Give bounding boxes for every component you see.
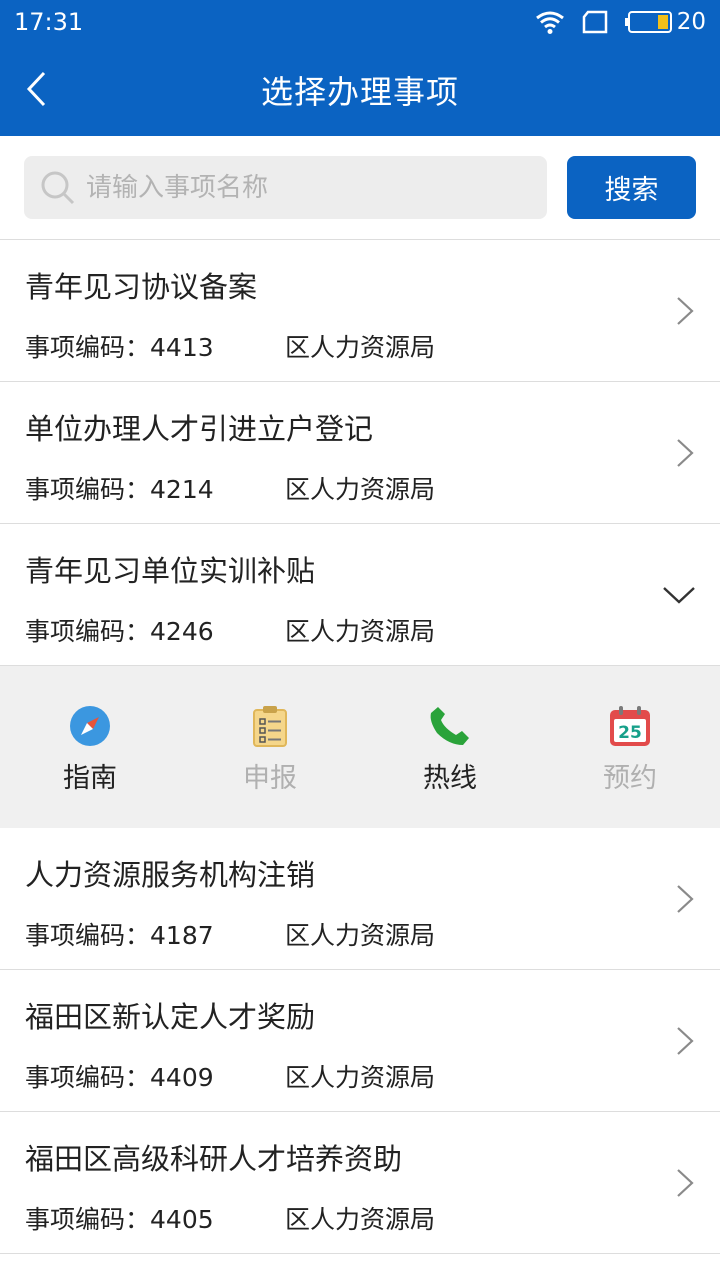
page-title: 选择办理事项 (260, 73, 459, 111)
item-title: 青年见习单位实训补贴 (25, 554, 316, 588)
chevron-right-icon (677, 1169, 694, 1197)
item-department: 区人力资源局 (285, 1205, 436, 1234)
item-meta: 事项编码：4405 区人力资源局 (25, 1200, 435, 1236)
item-department: 区人力资源局 (285, 617, 436, 646)
code-label: 事项编码： (25, 333, 151, 362)
chevron-right-icon (677, 297, 694, 325)
code-label: 事项编码： (25, 1063, 151, 1092)
item-code: 事项编码：4405 (25, 1200, 285, 1236)
code-value: 4246 (150, 617, 214, 646)
action-appointment-button[interactable]: 25 预约 (540, 666, 720, 828)
item-department: 区人力资源局 (285, 1063, 436, 1092)
item-title: 福田区高级科研人才培养资助 (25, 1142, 403, 1176)
search-bar: 搜索 (0, 136, 720, 240)
code-value: 4214 (150, 475, 214, 504)
chevron-down-icon (663, 587, 695, 604)
item-meta: 事项编码：4246 区人力资源局 (25, 612, 435, 648)
chevron-right-icon (677, 1027, 694, 1055)
item-code: 事项编码：4413 (25, 328, 285, 364)
list-item[interactable]: 人力资源服务机构注销 事项编码：4187 区人力资源局 (0, 828, 720, 970)
code-label: 事项编码： (25, 1205, 151, 1234)
list-item[interactable]: 福田区高级科研人才培养资助 事项编码：4405 区人力资源局 (0, 1112, 720, 1254)
back-button[interactable] (14, 66, 60, 112)
action-hotline-label: 热线 (423, 763, 477, 794)
item-actions-bar: 指南 申报 热线 25 预约 (0, 666, 720, 828)
item-code: 事项编码：4409 (25, 1058, 285, 1094)
wifi-icon (535, 11, 564, 34)
item-title: 人力资源服务机构注销 (25, 858, 316, 892)
list-item-expanded[interactable]: 青年见习单位实训补贴 事项编码：4246 区人力资源局 (0, 524, 720, 666)
item-department: 区人力资源局 (285, 475, 436, 504)
chevron-right-icon (677, 439, 694, 467)
list-item[interactable]: 青年见习协议备案 事项编码：4413 区人力资源局 (0, 240, 720, 382)
item-code: 事项编码：4246 (25, 612, 285, 648)
item-title: 青年见习协议备案 (25, 270, 258, 304)
code-value: 4413 (150, 333, 214, 362)
code-label: 事项编码： (25, 475, 151, 504)
action-guide-label: 指南 (63, 763, 117, 794)
battery-icon (624, 11, 672, 33)
code-label: 事项编码： (25, 617, 151, 646)
sim-icon (582, 10, 607, 34)
search-button[interactable]: 搜索 (567, 156, 696, 219)
action-appointment-label: 预约 (603, 763, 657, 794)
search-icon (41, 171, 75, 204)
phone-icon (428, 704, 472, 748)
search-input[interactable] (86, 172, 506, 203)
item-code: 事项编码：4214 (25, 470, 285, 506)
list-item[interactable]: 福田区新认定人才奖励 事项编码：4409 区人力资源局 (0, 970, 720, 1112)
list-item[interactable]: 单位办理人才引进立户登记 事项编码：4214 区人力资源局 (0, 382, 720, 524)
calendar-day-text: 25 (618, 723, 642, 743)
status-time: 17:31 (14, 8, 84, 36)
code-label: 事项编码： (25, 921, 151, 950)
search-field[interactable] (24, 156, 547, 219)
status-bar: 17:31 20 (0, 0, 720, 44)
battery-indicator: 20 (624, 9, 706, 35)
app-header: 17:31 20 选择办理事项 (0, 0, 720, 136)
code-value: 4409 (150, 1063, 214, 1092)
clipboard-icon (248, 704, 292, 748)
item-title: 福田区新认定人才奖励 (25, 1000, 316, 1034)
nav-bar: 选择办理事项 (0, 44, 720, 136)
item-meta: 事项编码：4187 区人力资源局 (25, 916, 435, 952)
battery-level: 20 (676, 9, 706, 35)
action-hotline-button[interactable]: 热线 (360, 666, 540, 828)
action-apply-button[interactable]: 申报 (180, 666, 360, 828)
item-meta: 事项编码：4409 区人力资源局 (25, 1058, 435, 1094)
item-meta: 事项编码：4214 区人力资源局 (25, 470, 435, 506)
code-value: 4405 (150, 1205, 214, 1234)
calendar-icon: 25 (608, 704, 652, 748)
item-department: 区人力资源局 (285, 921, 436, 950)
chevron-right-icon (677, 885, 694, 913)
back-arrow-icon (26, 71, 46, 107)
compass-icon (68, 704, 112, 748)
item-title: 单位办理人才引进立户登记 (25, 412, 374, 446)
action-guide-button[interactable]: 指南 (0, 666, 180, 828)
item-meta: 事项编码：4413 区人力资源局 (25, 328, 435, 364)
item-department: 区人力资源局 (285, 333, 436, 362)
status-icons: 20 (535, 9, 706, 35)
action-apply-label: 申报 (243, 763, 297, 794)
item-code: 事项编码：4187 (25, 916, 285, 952)
code-value: 4187 (150, 921, 214, 950)
